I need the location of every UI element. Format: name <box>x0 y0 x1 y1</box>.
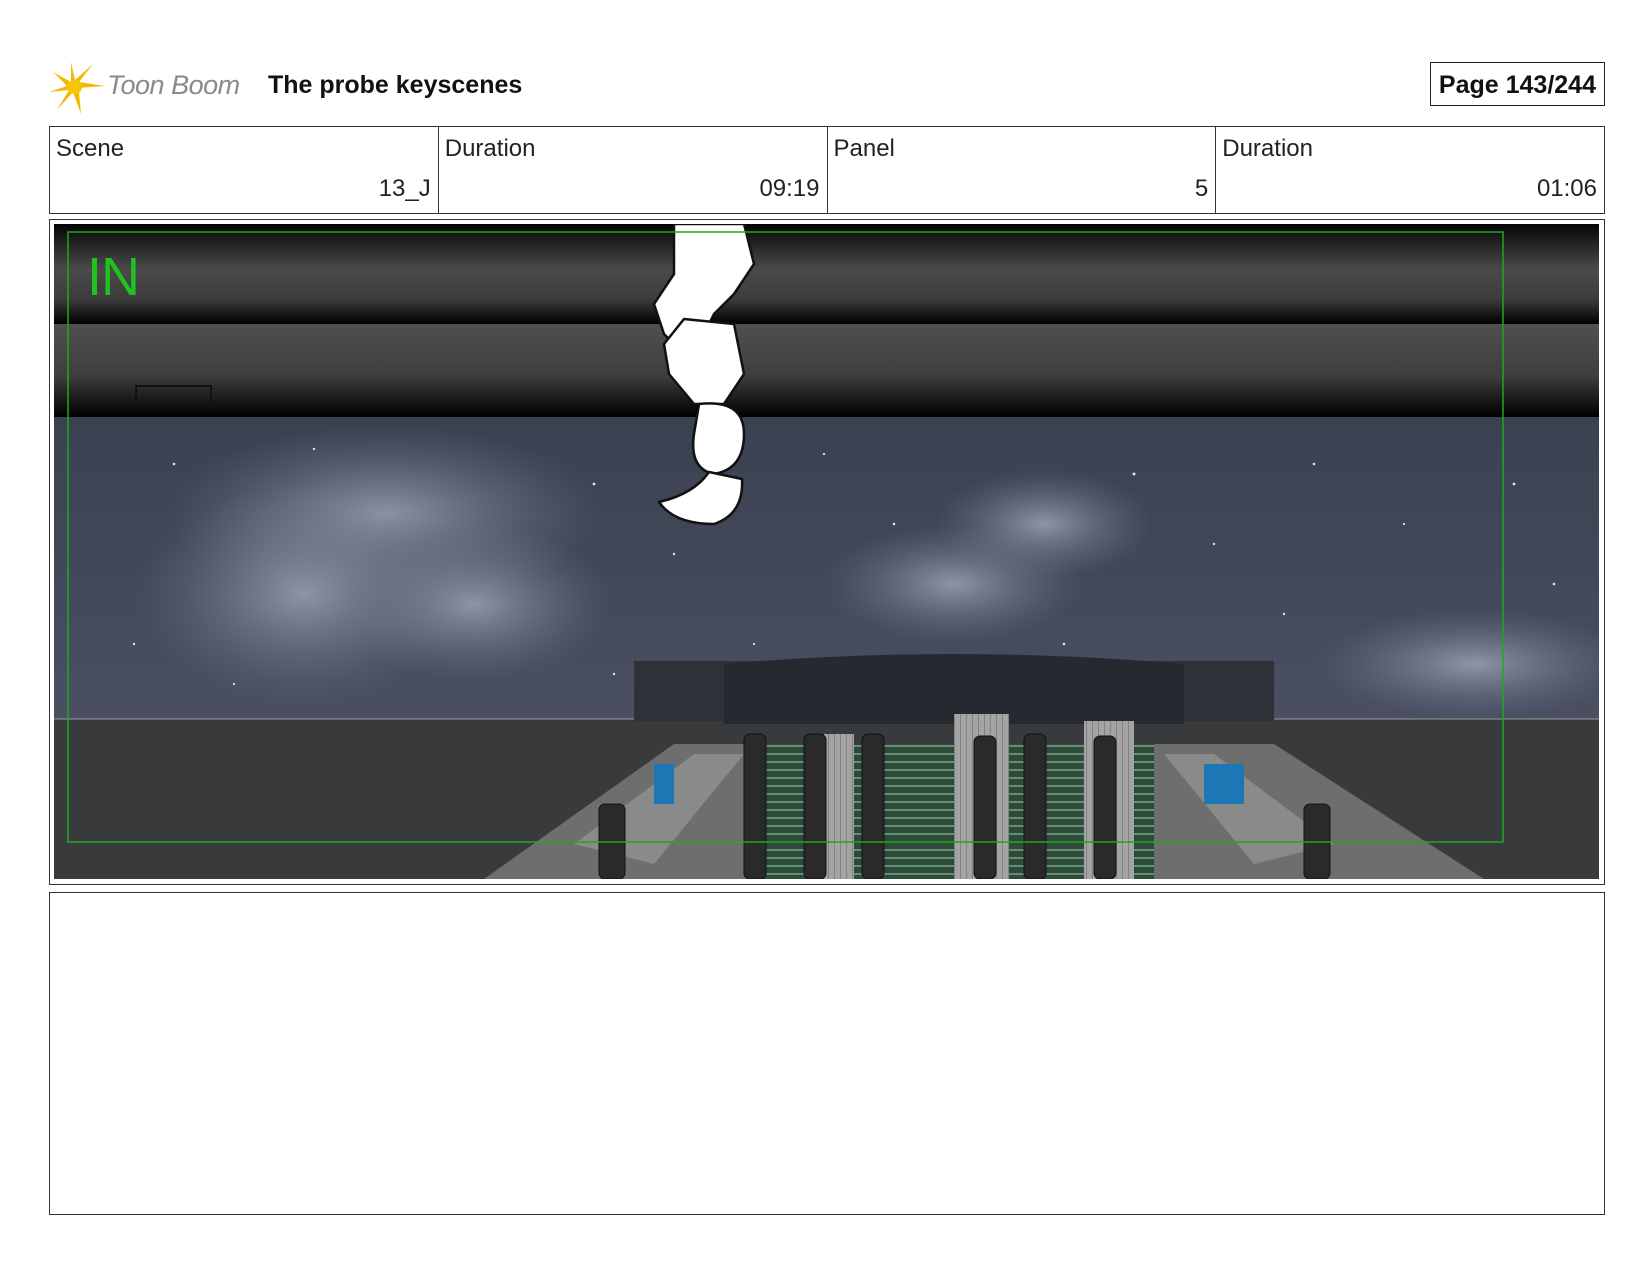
panel-cell: Panel 5 <box>828 127 1217 213</box>
scene-cell: Scene 13_J <box>50 127 439 213</box>
scene-label: Scene <box>56 135 125 162</box>
scene-duration-cell: Duration 09:19 <box>439 127 828 213</box>
starburst-icon <box>49 62 105 114</box>
panel-notes-box <box>49 892 1605 1215</box>
panel-duration-value: 01:06 <box>1536 175 1597 202</box>
scene-duration-value: 09:19 <box>759 175 820 202</box>
panel-duration-label: Duration <box>1222 135 1313 162</box>
in-transition-label: IN <box>87 247 140 307</box>
scene-duration-label: Duration <box>444 135 536 162</box>
panel-value: 5 <box>1194 175 1209 202</box>
storyboard-panel: IN <box>49 219 1605 885</box>
panel-info-table: Scene 13_J Duration 09:19 Panel 5 Durati… <box>49 126 1605 214</box>
panel-artwork: IN <box>54 224 1599 879</box>
page-number: Page 143/244 <box>1429 62 1605 106</box>
panel-duration-cell: Duration 01:06 <box>1216 127 1604 213</box>
page-header: Toon Boom The probe keyscenes Page 143/2… <box>49 58 1605 114</box>
scene-value: 13_J <box>378 175 431 202</box>
panel-scene-illustration <box>54 224 1599 879</box>
project-title: The probe keyscenes <box>268 71 523 99</box>
panel-label: Panel <box>833 135 895 162</box>
toon-boom-logo: Toon Boom <box>49 58 259 114</box>
logo-text: Toon Boom <box>107 70 240 100</box>
